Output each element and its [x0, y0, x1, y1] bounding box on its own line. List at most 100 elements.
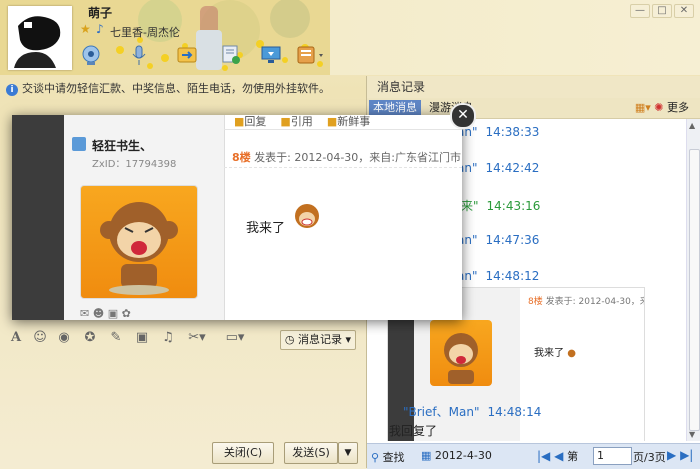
send-button[interactable]: 发送(S)	[284, 442, 338, 464]
close-button[interactable]: 关闭(C)	[212, 442, 274, 464]
monkey-emoji-icon: ●	[567, 348, 576, 359]
monkey-avatar-large-image	[80, 185, 198, 299]
font-icon[interactable]: A	[8, 330, 24, 346]
prev-page-icon[interactable]: ◀	[554, 449, 563, 463]
popup-close-button[interactable]: ✕	[450, 103, 476, 129]
calendar-icon: ▦	[421, 449, 432, 462]
tab-local-messages[interactable]: 本地消息	[369, 100, 421, 116]
contact-avatar[interactable]	[8, 6, 72, 70]
post-actions: ■回复 ■引用 ■新鲜事	[234, 113, 370, 129]
remote-assist-icon[interactable]	[220, 44, 242, 66]
news-action[interactable]: 新鲜事	[337, 115, 370, 128]
quote-action[interactable]: 引用	[291, 115, 313, 128]
scroll-down-arrow-icon[interactable]: ▼	[689, 430, 695, 439]
vip-star-icon: ★	[80, 22, 91, 36]
post-message: 我来了	[246, 221, 286, 236]
mail-icon[interactable]: ✉	[80, 307, 89, 320]
page-label: 第	[567, 450, 579, 463]
app-menu-icon[interactable]	[296, 44, 326, 66]
minimize-button[interactable]: —	[630, 4, 650, 18]
emoji-icon[interactable]: ☺	[32, 330, 48, 346]
divider	[224, 167, 462, 168]
sender-name: 来"	[461, 199, 479, 213]
gift-icon[interactable]: ✿	[122, 307, 131, 320]
popup-username[interactable]: 轻狂书生、	[92, 137, 152, 154]
photo-icon[interactable]: ▣	[108, 307, 118, 320]
user-icon	[72, 137, 86, 151]
thumb-meta: 8楼 发表于: 2012-04-30，来自:广东省江门市	[528, 294, 644, 307]
message-time: 14:43:16	[486, 199, 541, 213]
scrollbar-thumb[interactable]	[689, 149, 700, 431]
first-page-icon[interactable]: |◀	[537, 449, 550, 463]
voice-call-icon[interactable]	[128, 44, 150, 66]
popup-post: ■回复 ■引用 ■新鲜事 8楼 发表于: 2012-04-30，来自:广东省江门…	[224, 115, 462, 320]
contact-signature[interactable]: 七里香-周杰伦	[110, 24, 180, 40]
scissors-icon[interactable]: ✂▾	[186, 330, 208, 346]
last-page-icon[interactable]: ▶|	[680, 448, 693, 462]
history-row: an" 14:48:12	[457, 269, 539, 283]
date-value: 2012-4-30	[434, 449, 492, 462]
monkey-avatar-image	[430, 320, 492, 386]
person-icon[interactable]: ☻	[93, 307, 104, 320]
pagination: |◀ ◀ 第	[537, 448, 578, 464]
music-icon[interactable]: ♫	[160, 330, 176, 346]
close-window-button[interactable]: ✕	[674, 4, 694, 18]
video-call-icon[interactable]	[80, 44, 102, 66]
sun-icon: ✺	[654, 101, 664, 114]
message-time: 14:38:33	[485, 125, 540, 139]
post-meta: 8楼 发表于: 2012-04-30，来自:广东省江门市	[232, 149, 461, 165]
message-time: 14:48:14	[487, 405, 542, 419]
screen-share-icon[interactable]	[260, 44, 282, 66]
contact-header: 萌子 ★ ♪ 七里香-周杰伦 — □ ✕	[0, 0, 700, 75]
send-file-icon[interactable]	[176, 44, 198, 66]
music-note-icon: ♪	[96, 22, 104, 36]
maximize-button[interactable]: □	[652, 4, 672, 18]
grid-icon: ▦▾	[634, 101, 655, 114]
image-icon[interactable]: ▣	[134, 330, 150, 346]
magic-icon[interactable]: ✪	[82, 330, 98, 346]
page-nav-next: ▶ ▶|	[667, 448, 693, 462]
date-picker[interactable]: ▦ 2012-4-30	[421, 449, 492, 462]
post-meta-text: 发表于: 2012-04-30，来自:广东省江门市	[254, 151, 461, 164]
page-input[interactable]: 1	[593, 447, 632, 465]
send-options-button[interactable]: ▼	[338, 442, 358, 464]
thumb-message: 我来了 ●	[534, 344, 576, 359]
search-button[interactable]: ⚲ 查找	[371, 449, 405, 465]
image-preview-popup: 轻狂书生、 ZxID：17794398 ✉ ☻ ▣ ✿ ■回复 ■引用 ■新鲜事…	[12, 115, 462, 320]
more-label: 更多	[667, 101, 689, 114]
history-footer: ⚲ 查找 ▦ 2012-4-30 |◀ ◀ 第 1 页/3页 ▶ ▶|	[367, 443, 700, 469]
sender-name: "Brief、Man"	[403, 405, 480, 419]
scroll-up-arrow-icon[interactable]: ▲	[689, 121, 695, 130]
clock-icon: ◷	[284, 333, 299, 346]
thumb-floor: 8楼	[528, 297, 543, 307]
thumb-meta-text: 发表于: 2012-04-30，来自:广东省江门市	[545, 297, 644, 307]
more-button[interactable]: ▦▾ ✺ 更多	[631, 100, 693, 116]
reply-icon: ■	[234, 115, 245, 128]
popup-zxid: ZxID：17794398	[92, 159, 177, 170]
search-label: 查找	[382, 451, 405, 464]
next-page-icon[interactable]: ▶	[667, 448, 676, 462]
history-row: "Brief、Man" 14:48:14	[403, 403, 541, 420]
divider	[224, 129, 462, 130]
user-card: 轻狂书生、 ZxID：17794398 ✉ ☻ ▣ ✿	[64, 115, 225, 320]
info-icon: i	[6, 84, 18, 96]
message-time: 14:47:36	[485, 233, 540, 247]
history-title: 消息记录	[367, 76, 700, 98]
reply-action[interactable]: 回复	[244, 115, 266, 128]
message-record-button[interactable]: ◷ 消息记录 ▾	[280, 330, 356, 350]
message-time: 14:48:12	[485, 269, 540, 283]
quote-icon: ■	[280, 115, 291, 128]
history-row: 来" 14:43:16	[461, 197, 540, 214]
history-scrollbar[interactable]: ▲ ▼	[686, 119, 700, 441]
card-action-icons: ✉ ☻ ▣ ✿	[80, 307, 131, 320]
folder-icon[interactable]: ▭▾	[220, 330, 250, 346]
warning-text: 交谈中请勿轻信汇款、中奖信息、陌生电话，勿使用外挂软件。	[22, 82, 330, 95]
message-record-label: 消息记录	[298, 333, 343, 346]
history-row: an" 14:47:36	[457, 233, 539, 247]
search-icon: ⚲	[371, 451, 380, 464]
security-warning: i 交谈中请勿轻信汇款、中奖信息、陌生电话，勿使用外挂软件。	[6, 80, 330, 96]
contact-name: 萌子	[88, 6, 113, 20]
history-message-text: 我回复了	[389, 424, 438, 438]
vibrate-icon[interactable]: ◉	[56, 330, 72, 346]
edit-icon[interactable]: ✎	[108, 330, 124, 346]
